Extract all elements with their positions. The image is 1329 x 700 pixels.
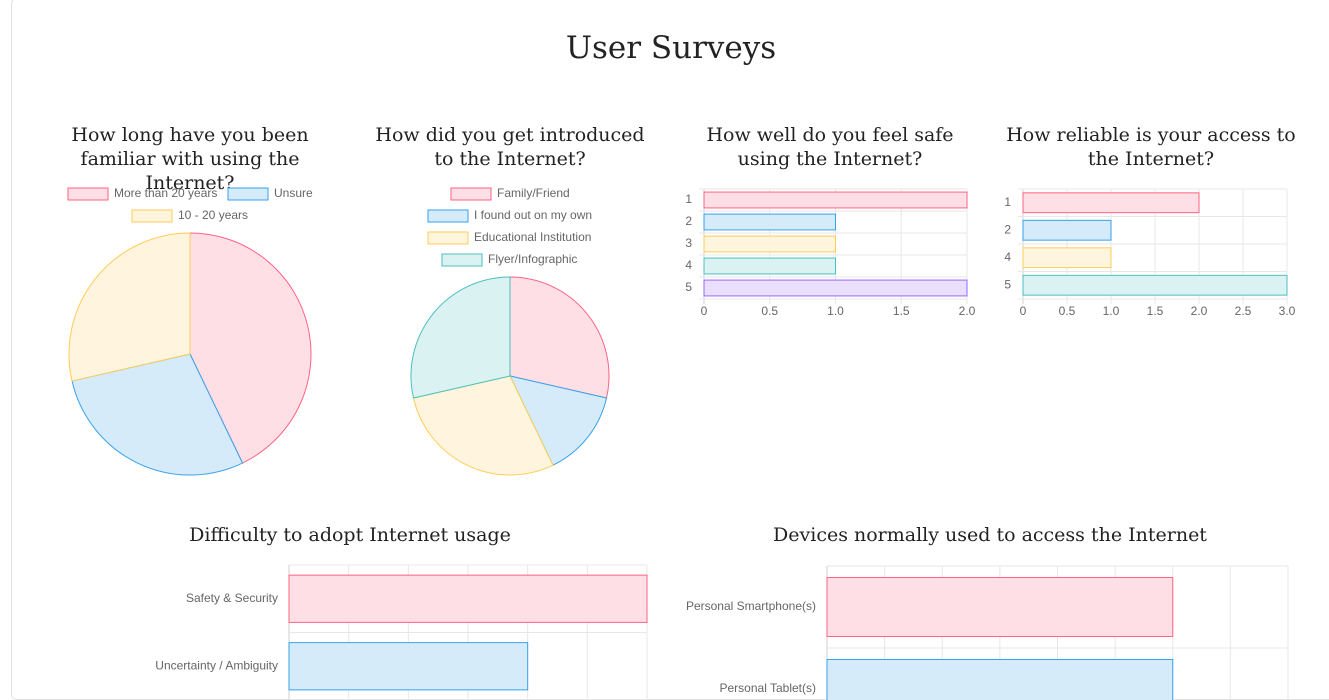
y-tick-reliability-2: 4 [1004,250,1011,264]
legend-swatch-familiarity-1 [227,187,269,201]
legend-label-introduced-2: Educational Institution [474,230,591,244]
y-tick-safety-3: 4 [685,258,692,272]
x-tick-reliability-6: 3.0 [1279,304,1296,318]
legend-label-introduced-1: I found out on my own [474,208,592,222]
bar-reliability-2 [1022,247,1112,269]
bar-reliability-0 [1022,192,1200,214]
legend-label-familiarity-2: 10 - 20 years [178,208,248,222]
x-tick-safety-3: 1.5 [893,304,910,318]
bar-safety-3 [703,257,836,275]
legend-swatch-introduced-3 [441,253,483,267]
y-tick-devices-0: Personal Smartphone(s) [686,599,816,613]
legend-label-introduced-0: Family/Friend [497,186,570,200]
legend-label-familiarity-1: Unsure [274,186,313,200]
legend-label-familiarity-0: More than 20 years [114,186,217,200]
y-tick-reliability-0: 1 [1004,195,1011,209]
x-tick-safety-2: 1.0 [827,304,844,318]
legend-swatch-introduced-0 [450,187,492,201]
y-tick-devices-1: Personal Tablet(s) [720,681,817,695]
x-tick-reliability-5: 2.5 [1235,304,1252,318]
bar-reliability-1 [1022,219,1112,241]
bar-difficulty-1 [288,642,529,691]
y-tick-safety-0: 1 [685,192,692,206]
legend-label-introduced-3: Flyer/Infographic [488,252,577,266]
y-tick-safety-2: 3 [685,236,692,250]
x-tick-safety-4: 2.0 [959,304,976,318]
x-tick-reliability-1: 0.5 [1059,304,1076,318]
bar-devices-0 [826,576,1174,638]
legend-swatch-familiarity-2 [131,209,173,223]
bar-devices-1 [826,658,1174,700]
x-tick-reliability-4: 2.0 [1191,304,1208,318]
y-tick-safety-4: 5 [685,280,692,294]
y-tick-reliability-1: 2 [1004,222,1011,236]
bar-difficulty-0 [288,574,648,623]
legend-swatch-introduced-1 [427,209,469,223]
bar-safety-4 [703,279,968,297]
y-tick-difficulty-1: Uncertainty / Ambiguity [155,658,278,672]
x-tick-reliability-2: 1.0 [1103,304,1120,318]
bar-safety-0 [703,191,968,209]
y-tick-difficulty-0: Safety & Security [186,591,278,605]
legend-swatch-familiarity-0 [67,187,109,201]
x-tick-safety-0: 0 [701,304,708,318]
x-tick-safety-1: 0.5 [761,304,778,318]
pie-slice-introduced-3 [410,276,511,399]
bar-safety-2 [703,235,836,253]
y-tick-reliability-3: 5 [1004,277,1011,291]
x-tick-reliability-3: 1.5 [1147,304,1164,318]
bar-reliability-3 [1022,274,1288,296]
bar-safety-1 [703,213,836,231]
x-tick-reliability-0: 0 [1020,304,1027,318]
charts-canvas: More than 20 years Unsure 10 - 20 years Fam… [67,186,1296,700]
legend-swatch-introduced-2 [427,231,469,245]
y-tick-safety-1: 2 [685,214,692,228]
